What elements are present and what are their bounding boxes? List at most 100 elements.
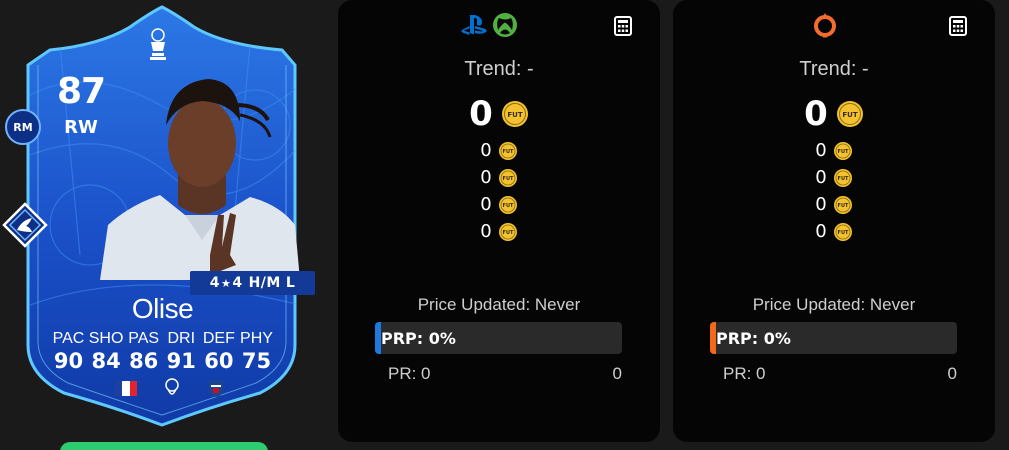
crystal-palace-badge-icon xyxy=(209,380,223,397)
player-card[interactable]: 87 RW 4 ★ 4 H/M L Olise PAC SHO PAS DRI … xyxy=(20,5,315,430)
player-photo xyxy=(100,79,300,280)
console-price-panel: Trend: - 0 FUT 0 FUT 0 FUT 0 FUT 0 FUT P… xyxy=(338,0,660,442)
fut-coin-icon: FUT xyxy=(501,101,528,127)
fut-coin-icon: FUT xyxy=(498,195,517,214)
skills-work-rate-banner: 4 ★ 4 H/M L xyxy=(190,271,315,295)
trend-text: Trend: - xyxy=(338,58,660,81)
svg-text:FUT: FUT xyxy=(837,176,848,182)
skill-moves-value: 4 xyxy=(209,275,220,291)
price-row-value: 0 xyxy=(480,167,492,188)
svg-text:FUT: FUT xyxy=(502,176,513,182)
stat-value-dri: 91 xyxy=(166,349,196,373)
playstyle-plus-icon xyxy=(2,202,48,248)
green-action-button[interactable] xyxy=(60,442,268,450)
fut-coin-icon: FUT xyxy=(836,101,863,127)
trophy-icon xyxy=(150,28,166,60)
svg-text:FUT: FUT xyxy=(842,111,857,119)
svg-text:FUT: FUT xyxy=(502,149,513,155)
main-price: 0 FUT xyxy=(338,94,660,134)
price-row: 0 FUT xyxy=(673,194,995,215)
player-name: Olise xyxy=(131,293,194,324)
prp-label: PRP: 0% xyxy=(716,329,791,348)
main-price-value: 0 xyxy=(804,94,828,134)
price-row: 0 FUT xyxy=(338,140,660,161)
trend-value: - xyxy=(861,58,869,80)
main-price-value: 0 xyxy=(469,94,493,134)
price-row: 0 FUT xyxy=(338,221,660,242)
alt-position-badge: RM xyxy=(5,109,41,145)
preferred-foot-value: L xyxy=(285,275,296,291)
calculator-icon[interactable] xyxy=(614,16,632,36)
work-rates-value: H/M xyxy=(248,275,281,291)
playstation-icon[interactable] xyxy=(460,13,488,37)
trend-text: Trend: - xyxy=(673,58,995,81)
prp-bar: PRP: 0% xyxy=(710,322,957,354)
price-updated-text: Price Updated: Never xyxy=(673,295,995,315)
stat-label-phy: PHY xyxy=(240,330,273,347)
price-row: 0 FUT xyxy=(338,167,660,188)
pc-price-panel: Trend: - 0 FUT 0 FUT 0 FUT 0 FUT 0 FUT P… xyxy=(673,0,995,442)
premier-league-icon xyxy=(165,378,179,395)
price-row: 0 FUT xyxy=(673,221,995,242)
price-row-value: 0 xyxy=(815,167,827,188)
fut-coin-icon: FUT xyxy=(498,141,517,160)
svg-text:FUT: FUT xyxy=(837,230,848,236)
trend-label: Trend: xyxy=(799,58,857,80)
pr-row: PR: 0 0 xyxy=(723,364,957,384)
weak-foot-value: 4 xyxy=(232,275,243,291)
stat-label-pac: PAC xyxy=(52,330,85,347)
price-row-value: 0 xyxy=(815,140,827,161)
prp-bar: PRP: 0% xyxy=(375,322,622,354)
price-row: 0 FUT xyxy=(673,167,995,188)
pr-row: PR: 0 0 xyxy=(388,364,622,384)
fut-coin-icon: FUT xyxy=(833,195,852,214)
price-updated-value: Never xyxy=(534,295,581,314)
svg-text:FUT: FUT xyxy=(507,111,522,119)
trend-value: - xyxy=(526,58,534,80)
stat-value-phy: 75 xyxy=(241,349,272,373)
price-updated-text: Price Updated: Never xyxy=(338,295,660,315)
pr-value: 0 xyxy=(612,364,622,383)
main-price: 0 FUT xyxy=(673,94,995,134)
pr-value: 0 xyxy=(947,364,957,383)
price-row-value: 0 xyxy=(815,194,827,215)
price-row: 0 FUT xyxy=(338,194,660,215)
fut-coin-icon: FUT xyxy=(833,168,852,187)
star-icon: ★ xyxy=(220,276,232,290)
svg-text:FUT: FUT xyxy=(502,230,513,236)
fut-coin-icon: FUT xyxy=(833,141,852,160)
svg-text:FUT: FUT xyxy=(837,149,848,155)
stat-labels-row: PAC SHO PAS DRI DEF PHY xyxy=(50,330,275,348)
stat-value-def: 60 xyxy=(204,349,234,373)
svg-text:FUT: FUT xyxy=(837,203,848,209)
platform-icons xyxy=(460,12,518,38)
stat-values-row: 90 84 86 91 60 75 xyxy=(50,349,275,373)
price-row-value: 0 xyxy=(480,140,492,161)
stat-value-pas: 86 xyxy=(129,349,159,373)
france-flag-icon xyxy=(115,380,137,396)
price-updated-label: Price Updated: xyxy=(417,295,531,314)
trend-label: Trend: xyxy=(464,58,522,80)
stat-label-sho: SHO xyxy=(88,330,124,347)
fut-coin-icon: FUT xyxy=(498,222,517,241)
price-updated-label: Price Updated: xyxy=(752,295,866,314)
price-row-value: 0 xyxy=(815,221,827,242)
platform-icons xyxy=(813,12,837,38)
stat-label-pas: PAS xyxy=(128,330,160,347)
price-row: 0 FUT xyxy=(673,140,995,161)
stat-value-pac: 90 xyxy=(53,349,84,373)
pr-label: PR: 0 xyxy=(723,364,766,383)
fut-coin-icon: FUT xyxy=(833,222,852,241)
xbox-icon[interactable] xyxy=(492,12,518,38)
price-updated-value: Never xyxy=(869,295,916,314)
stat-value-sho: 84 xyxy=(91,349,121,373)
calculator-icon[interactable] xyxy=(949,16,967,36)
price-row-value: 0 xyxy=(480,221,492,242)
prp-label: PRP: 0% xyxy=(381,329,456,348)
stat-label-dri: DRI xyxy=(167,330,196,347)
svg-text:FUT: FUT xyxy=(502,203,513,209)
stat-label-def: DEF xyxy=(202,330,235,347)
alt-position-label: RM xyxy=(13,120,33,134)
pr-label: PR: 0 xyxy=(388,364,431,383)
origin-pc-icon[interactable] xyxy=(813,12,837,38)
